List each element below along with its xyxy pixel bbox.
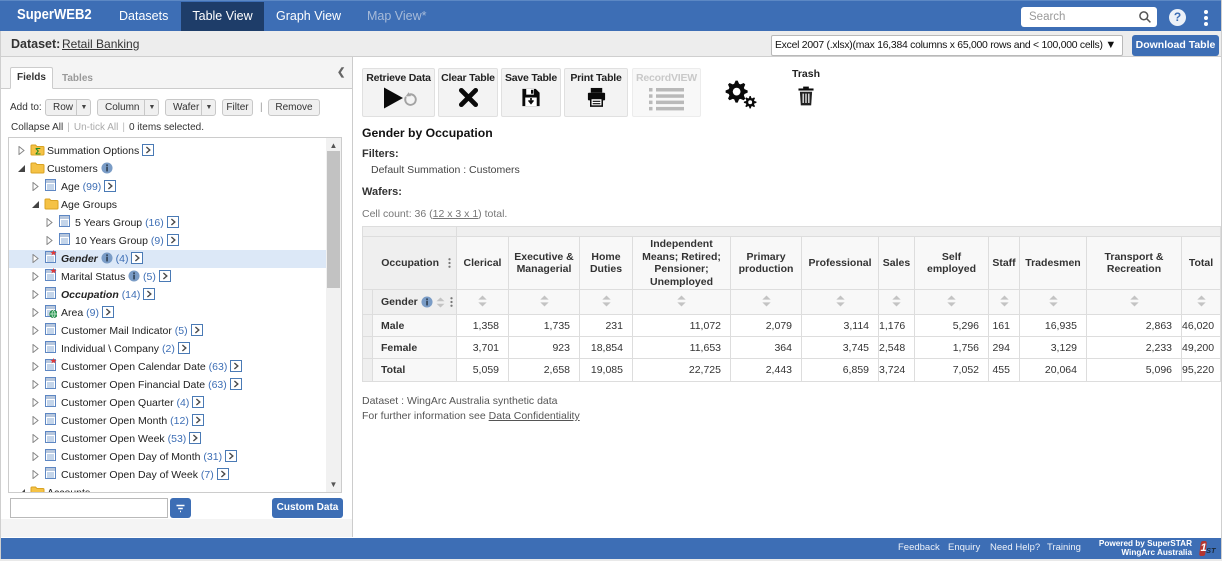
- svg-text:Σ: Σ: [35, 147, 41, 157]
